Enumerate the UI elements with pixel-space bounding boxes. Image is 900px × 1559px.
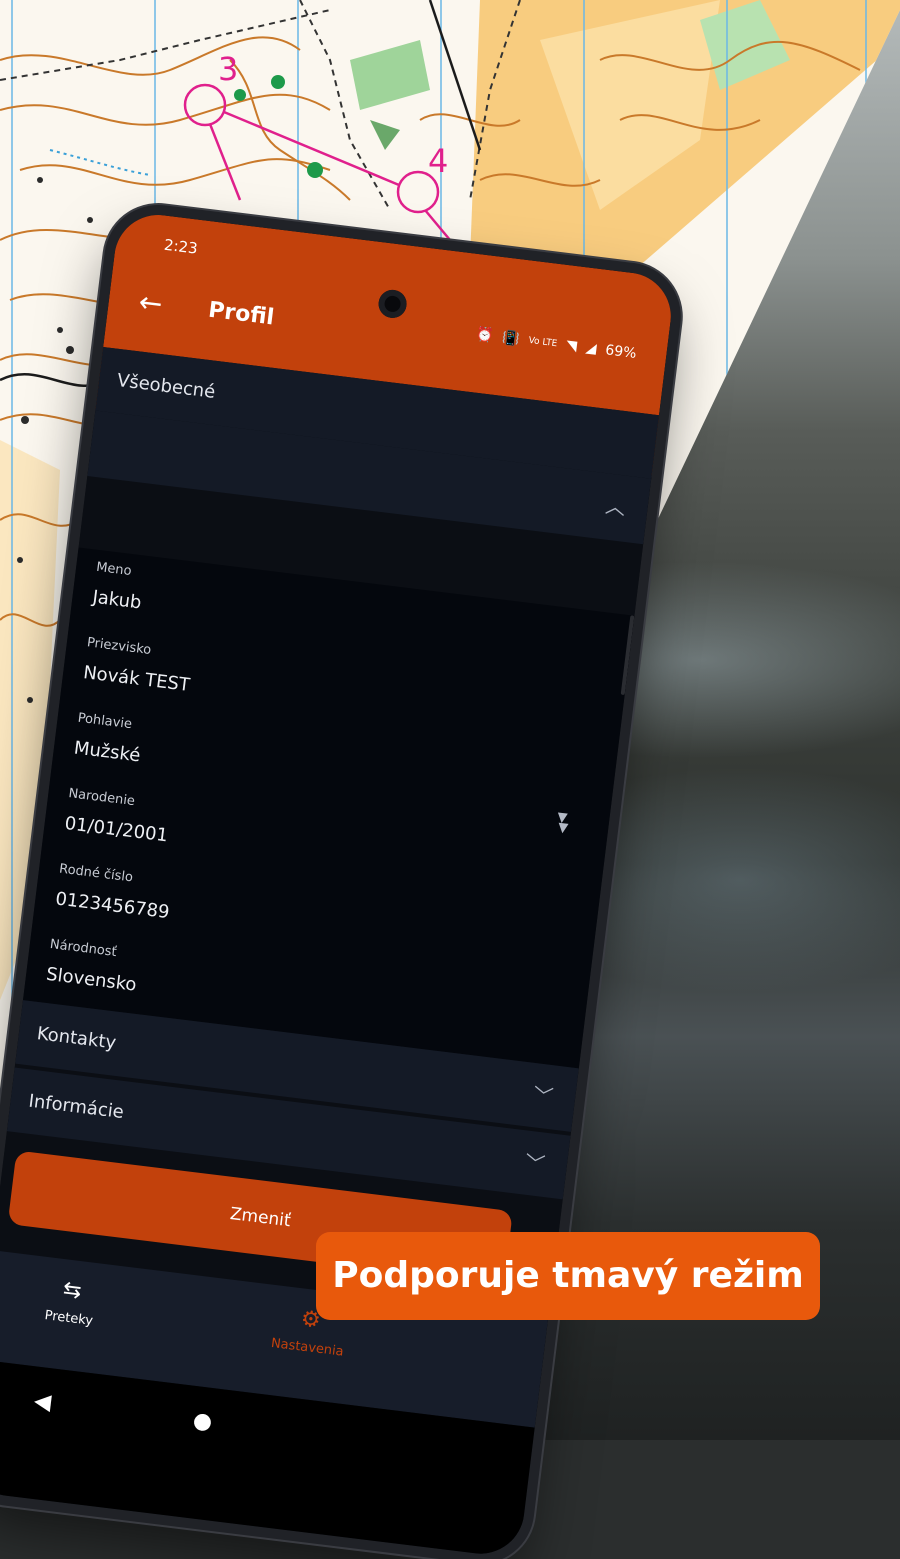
field-value: Novák TEST <box>82 662 191 696</box>
field-label: Narodenie <box>67 786 136 810</box>
field-first-name[interactable]: Meno Jakub <box>91 560 146 614</box>
volte-icon: Vo LTE <box>528 335 558 350</box>
system-home-icon[interactable]: ● <box>192 1408 214 1435</box>
nationality-dropdown-icon[interactable]: ▼ <box>557 820 569 836</box>
vibrate-icon: 📳 <box>501 329 521 348</box>
status-time: 2:23 <box>163 235 199 258</box>
section-info-label: Informácie <box>27 1090 125 1124</box>
battery-level: 69% <box>604 342 638 362</box>
chevron-down-icon[interactable]: ﹀ <box>529 1063 557 1129</box>
signpost-icon: ⇆ <box>61 1277 83 1305</box>
nav-races-label: Preteky <box>43 1308 94 1329</box>
system-back-icon[interactable]: ◀ <box>33 1389 53 1416</box>
field-value: 0123456789 <box>54 888 171 924</box>
field-birth-date[interactable]: Narodenie 01/01/2001 <box>64 786 173 846</box>
nav-races[interactable]: ⇆ Preteky <box>44 1275 98 1329</box>
general-fields-panel: Meno Jakub Priezvisko Novák TEST Pohlavi… <box>22 547 635 1069</box>
field-label: Meno <box>95 559 133 580</box>
field-birth-number[interactable]: Rodné číslo 0123456789 <box>54 862 174 924</box>
promo-badge: Podporuje tmavý režim <box>316 1232 820 1320</box>
status-icons: ⏰ 📳 Vo LTE ◥ ◢ 69% <box>475 326 637 362</box>
nav-settings-label: Nastavenia <box>270 1335 345 1360</box>
map-control-4: 4 <box>428 142 448 180</box>
field-value: Jakub <box>91 586 143 614</box>
field-last-name[interactable]: Priezvisko Novák TEST <box>82 635 194 696</box>
chevron-down-icon[interactable]: ﹀ <box>521 1131 549 1197</box>
page-title: Profil <box>206 297 276 331</box>
field-value: 01/01/2001 <box>63 812 170 847</box>
front-camera <box>376 288 409 320</box>
chevron-up-icon[interactable]: ︿ <box>602 474 630 540</box>
field-label: Rodné číslo <box>58 861 134 886</box>
section-contacts-label: Kontakty <box>35 1023 118 1054</box>
alarm-icon: ⏰ <box>475 326 495 345</box>
map-control-3: 3 <box>218 50 238 88</box>
field-label: Priezvisko <box>86 635 152 659</box>
back-arrow-icon[interactable]: ← <box>137 285 164 321</box>
section-general-label: Všeobecné <box>115 370 217 403</box>
signal-icon: ◢ <box>584 339 598 358</box>
wifi-icon: ◥ <box>565 337 578 355</box>
